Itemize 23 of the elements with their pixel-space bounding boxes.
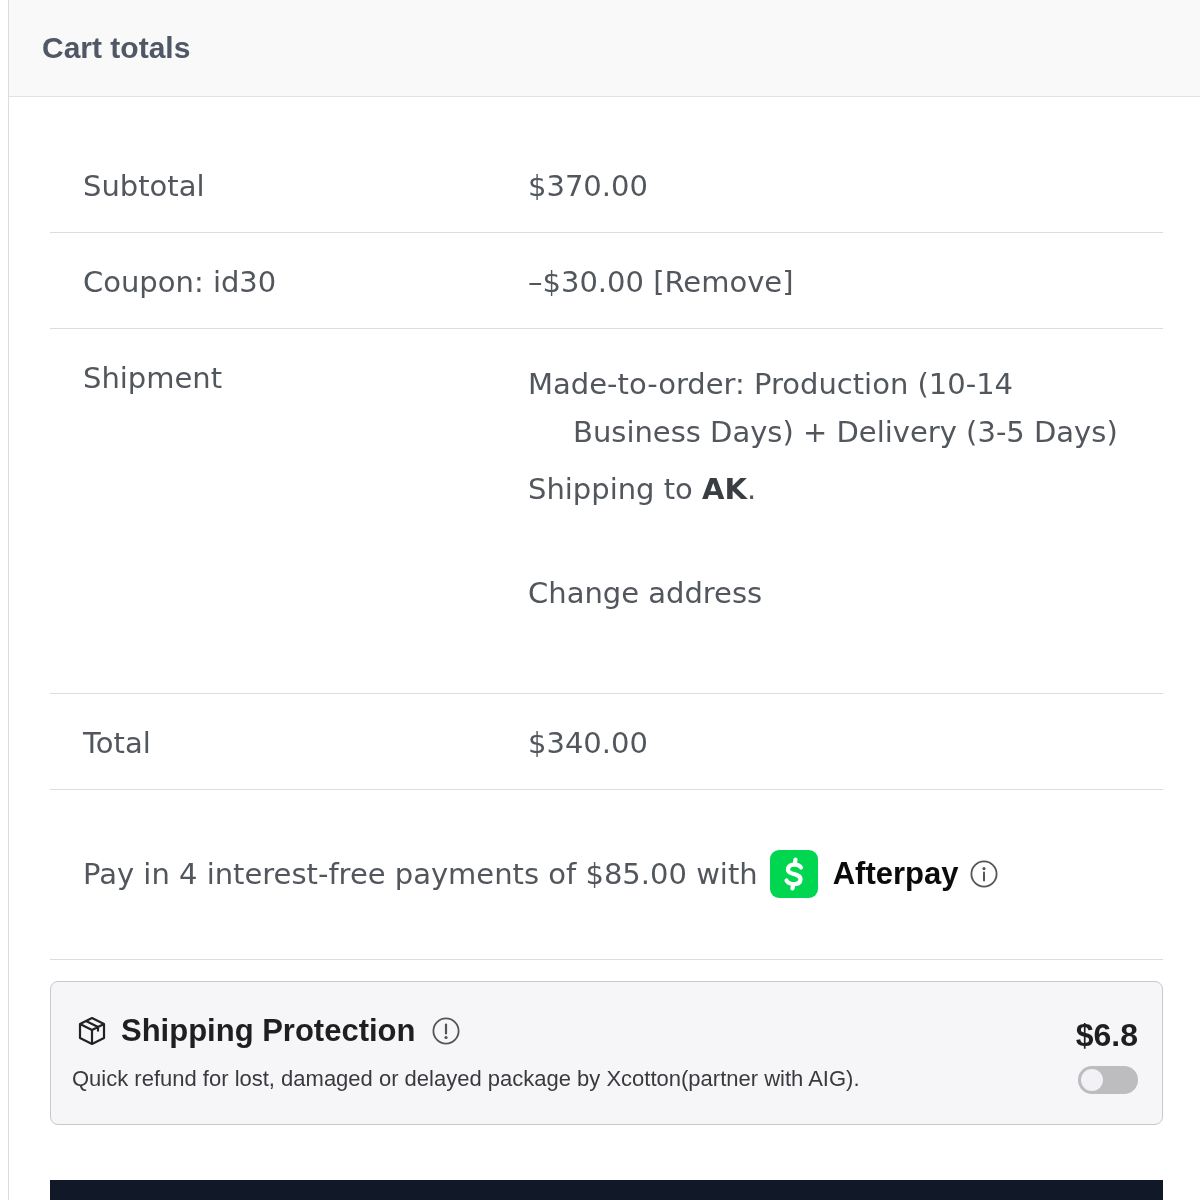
summary-label: Subtotal [83,168,205,204]
info-icon [970,860,999,888]
dollar-sign-icon [769,850,818,898]
shipping-destination-text: Shipping to AK. [528,471,757,507]
summary-label: Coupon: id30 [83,264,277,300]
panel-title: Cart totals [42,31,191,65]
protection-description: Quick refund for lost, damaged or delayed package by Xcotton(partner with AIG). [72,1065,860,1093]
change-address-link[interactable]: Change address [528,575,763,611]
remove-link[interactable]: [Remove] [653,265,794,299]
amount-value: $340.00 [528,725,648,761]
protection-toggle[interactable] [1078,1066,1138,1094]
package-icon [76,1015,108,1047]
amount-value: $370.00 [528,168,648,204]
summary-label: Total [83,725,151,761]
discount-amount: –$30.00 [528,265,644,299]
exclamation-icon [431,1017,460,1045]
action-button[interactable] [50,1180,1163,1200]
protection-title: Shipping Protection [121,1013,416,1049]
afterpay-brand-name: Afterpay [832,856,959,892]
installment-text: Pay in 4 interest-free payments of $85.00 with [83,856,758,892]
summary-label: Shipment [83,360,223,396]
shipping-method-text: Made-to-order: Production (10-14 Business Days) + Delivery (3-5 Days) [528,366,1119,451]
protection-price: $6.8 [1075,1016,1138,1055]
